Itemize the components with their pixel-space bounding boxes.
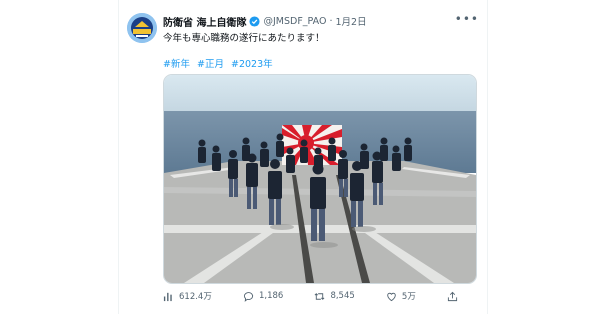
jmsdf-emblem-icon bbox=[127, 13, 157, 43]
reply-count: 1,186 bbox=[258, 291, 284, 301]
tweet-date[interactable]: 1月2日 bbox=[336, 14, 367, 28]
verified-badge-icon bbox=[249, 15, 261, 27]
display-name[interactable]: 防衛省 海上自衛隊 bbox=[163, 14, 246, 29]
separator-dot: · bbox=[329, 15, 333, 27]
hashtag-link[interactable]: #新年 bbox=[163, 59, 190, 70]
tweet-photo[interactable] bbox=[163, 74, 477, 284]
hashtag-link[interactable]: #2023年 bbox=[231, 59, 273, 70]
like-button[interactable]: 5万 bbox=[386, 289, 416, 303]
like-count: 5万 bbox=[401, 292, 416, 302]
hashtag-link[interactable]: #正月 bbox=[197, 59, 224, 70]
tweet-card[interactable]: 防衛省 海上自衛隊 @JMSDF_PAO · 1月2日 ••• 今年も専心職務の… bbox=[118, 0, 488, 314]
avatar[interactable] bbox=[127, 13, 157, 43]
ship-deck-photo bbox=[164, 75, 476, 283]
hashtags: #新年 #正月 #2023年 bbox=[163, 56, 277, 70]
share-icon bbox=[447, 291, 458, 301]
share-button[interactable] bbox=[447, 289, 463, 303]
reply-icon bbox=[243, 291, 254, 302]
tweet-actions: 612.4万 1,186 8,545 5万 bbox=[163, 289, 463, 303]
retweet-icon bbox=[315, 292, 325, 300]
heart-icon bbox=[387, 292, 396, 301]
analytics-icon bbox=[163, 292, 172, 301]
views-action[interactable]: 612.4万 bbox=[163, 289, 212, 303]
reply-button[interactable]: 1,186 bbox=[243, 289, 283, 303]
tweet-header: 防衛省 海上自衛隊 @JMSDF_PAO · 1月2日 bbox=[163, 13, 481, 29]
retweet-button[interactable]: 8,545 bbox=[314, 289, 355, 303]
retweet-count: 8,545 bbox=[330, 291, 355, 301]
tweet-text: 今年も専心職務の遂行にあたります！ bbox=[163, 33, 325, 44]
user-handle[interactable]: @JMSDF_PAO bbox=[263, 16, 326, 27]
views-count: 612.4万 bbox=[179, 292, 212, 302]
more-horizontal-icon[interactable]: ••• bbox=[455, 12, 479, 26]
